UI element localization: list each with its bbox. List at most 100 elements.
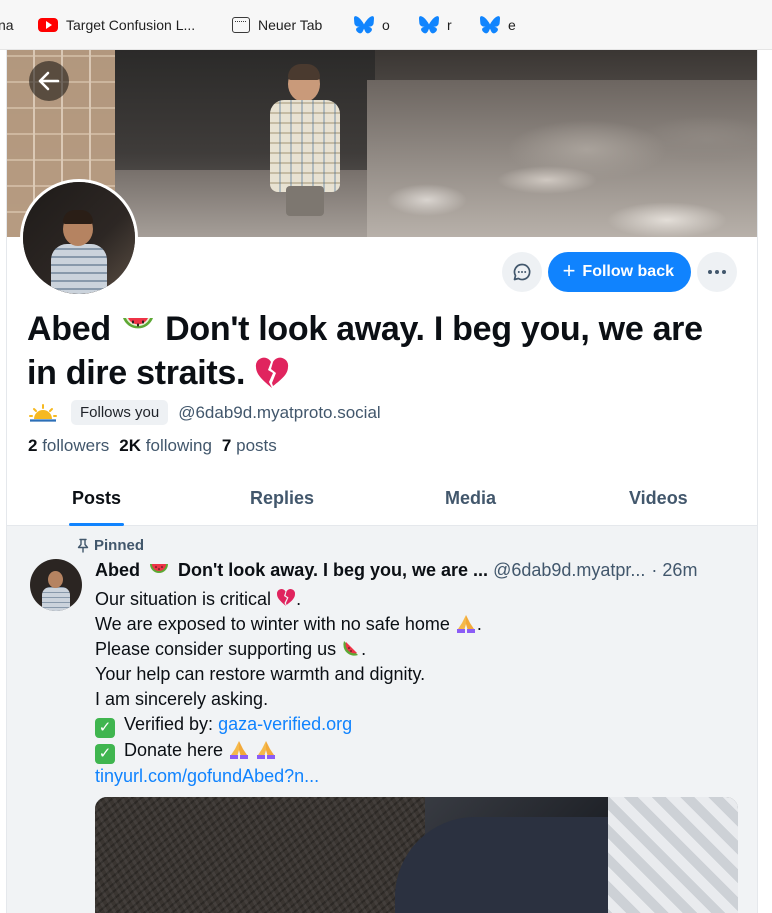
profile-column: + Follow back Abed Don't look away. I be… <box>6 50 758 913</box>
post-line: Your help can restore warmth and dignity… <box>95 664 426 684</box>
bookmark-label: r <box>447 16 452 33</box>
post-image[interactable] <box>95 797 738 913</box>
watermelon-icon <box>122 318 153 329</box>
donate-label: Donate here <box>124 740 224 760</box>
banner-floor <box>115 170 395 237</box>
period: . <box>296 589 302 609</box>
chat-bubble-icon <box>513 263 531 281</box>
following-label: following <box>145 436 212 455</box>
child-legs <box>286 186 324 216</box>
praying-hands-icon <box>230 741 249 759</box>
check-mark-icon: ✓ <box>95 744 115 764</box>
follows-you-badge: Follows you <box>71 400 169 425</box>
post-text: Our situation is critical . We are expos… <box>95 587 735 789</box>
bookmarks-bar: na Target Confusion L... Neuer Tab o r e <box>0 0 772 50</box>
bookmark-bluesky-e[interactable]: e <box>480 0 516 50</box>
tab-videos[interactable]: Videos <box>629 471 688 526</box>
sunrise-icon <box>29 403 57 422</box>
post-line: Please consider supporting us . <box>95 637 735 662</box>
post-line: I am sincerely asking. <box>95 689 269 709</box>
tab-label: Replies <box>250 488 315 508</box>
image-blanket <box>608 797 738 913</box>
check-mark-icon: ✓ <box>95 718 115 738</box>
bookmark-label: o <box>382 16 390 33</box>
post-author-handle[interactable]: @6dab9d.myatpr... <box>493 560 645 581</box>
profile-tabs: Posts Replies Media Videos <box>7 471 757 526</box>
broken-heart-icon <box>277 589 296 606</box>
profile-display-name: Abed Don't look away. I beg you, we are … <box>27 307 737 395</box>
bookmark-label: e <box>508 16 516 33</box>
pinned-post[interactable]: Pinned Abed Don't look away. I beg you, … <box>7 526 757 913</box>
bookmark-cut[interactable]: na <box>0 0 14 50</box>
avatar-body <box>51 244 107 294</box>
message-button[interactable] <box>501 252 542 292</box>
arrow-left-icon <box>38 71 60 91</box>
pinned-indicator: Pinned <box>76 537 144 554</box>
post-author-name[interactable]: Abed Don't look away. I beg you, we are … <box>95 559 488 581</box>
praying-hands-icon <box>257 741 276 759</box>
back-button[interactable] <box>29 61 69 101</box>
followers-stat[interactable]: 2 followers <box>28 436 109 456</box>
profile-meta: Follows you @6dab9d.myatproto.social <box>29 400 381 425</box>
tab-label: Posts <box>72 488 122 508</box>
bookmark-new-tab[interactable]: Neuer Tab <box>232 0 322 50</box>
verified-label: Verified by: <box>124 714 214 734</box>
post-header: Abed Don't look away. I beg you, we are … <box>95 559 745 581</box>
bookmark-label: na <box>0 16 14 33</box>
post-line: Our situation is critical . <box>95 587 735 612</box>
post-line: ✓ Verified by: gaza-verified.org <box>95 712 735 738</box>
follow-back-label: Follow back <box>582 263 674 280</box>
profile-avatar[interactable] <box>20 179 138 297</box>
followers-count: 2 <box>28 436 38 455</box>
watermelon-icon <box>343 641 359 656</box>
donation-link[interactable]: tinyurl.com/gofundAbed?n... <box>95 766 319 786</box>
profile-handle[interactable]: @6dab9d.myatproto.social <box>178 403 380 423</box>
post-line-text: We are exposed to winter with no safe ho… <box>95 614 450 634</box>
bluesky-butterfly-icon <box>419 15 439 33</box>
posts-stat: 7 posts <box>222 436 277 456</box>
following-count: 2K <box>119 436 142 455</box>
plus-icon: + <box>562 258 576 283</box>
tab-icon <box>232 16 250 33</box>
verified-link[interactable]: gaza-verified.org <box>218 714 352 734</box>
profile-actions: + Follow back <box>501 252 737 292</box>
bookmark-youtube[interactable]: Target Confusion L... <box>38 0 195 50</box>
bookmark-label: Target Confusion L... <box>66 16 196 33</box>
posts-count: 7 <box>221 436 232 455</box>
post-line: We are exposed to winter with no safe ho… <box>95 612 735 637</box>
bookmark-bluesky-o[interactable]: o <box>354 0 390 50</box>
followers-label: followers <box>42 436 110 455</box>
post-line: tinyurl.com/gofundAbed?n... <box>95 764 735 789</box>
bookmark-bluesky-r[interactable]: r <box>419 0 452 50</box>
following-stat[interactable]: 2K following <box>119 436 212 456</box>
post-author-avatar[interactable] <box>30 559 82 611</box>
banner-child <box>262 64 352 216</box>
pinned-label: Pinned <box>94 537 145 554</box>
name-part-1: Abed <box>27 310 111 348</box>
tab-posts[interactable]: Posts <box>69 471 125 526</box>
period: . <box>361 639 367 659</box>
post-line-text: Our situation is critical <box>95 589 272 609</box>
image-fur <box>95 797 425 913</box>
more-options-button[interactable] <box>697 252 737 292</box>
tab-media[interactable]: Media <box>445 471 496 526</box>
tab-replies[interactable]: Replies <box>250 471 314 526</box>
post-line: ✓ Donate here <box>95 738 735 764</box>
youtube-icon <box>38 17 58 32</box>
avatar-hair <box>63 210 93 224</box>
child-body <box>270 100 340 192</box>
banner-rubble <box>367 80 757 237</box>
tab-label: Media <box>445 488 497 508</box>
child-hair <box>288 64 320 80</box>
post-line-text: Please consider supporting us <box>95 639 337 659</box>
profile-stats: 2 followers 2K following 7 posts <box>28 436 277 456</box>
author-name-part-2: Don't look away. I beg you, we are ... <box>178 560 489 580</box>
tab-label: Videos <box>629 488 688 508</box>
watermelon-icon <box>150 564 169 573</box>
avatar-body <box>42 587 70 611</box>
bluesky-butterfly-icon <box>354 15 374 33</box>
ellipsis-icon <box>708 270 726 274</box>
pin-icon <box>77 538 89 553</box>
post-timestamp[interactable]: · 26m <box>651 560 697 581</box>
follow-back-button[interactable]: + Follow back <box>547 252 691 292</box>
